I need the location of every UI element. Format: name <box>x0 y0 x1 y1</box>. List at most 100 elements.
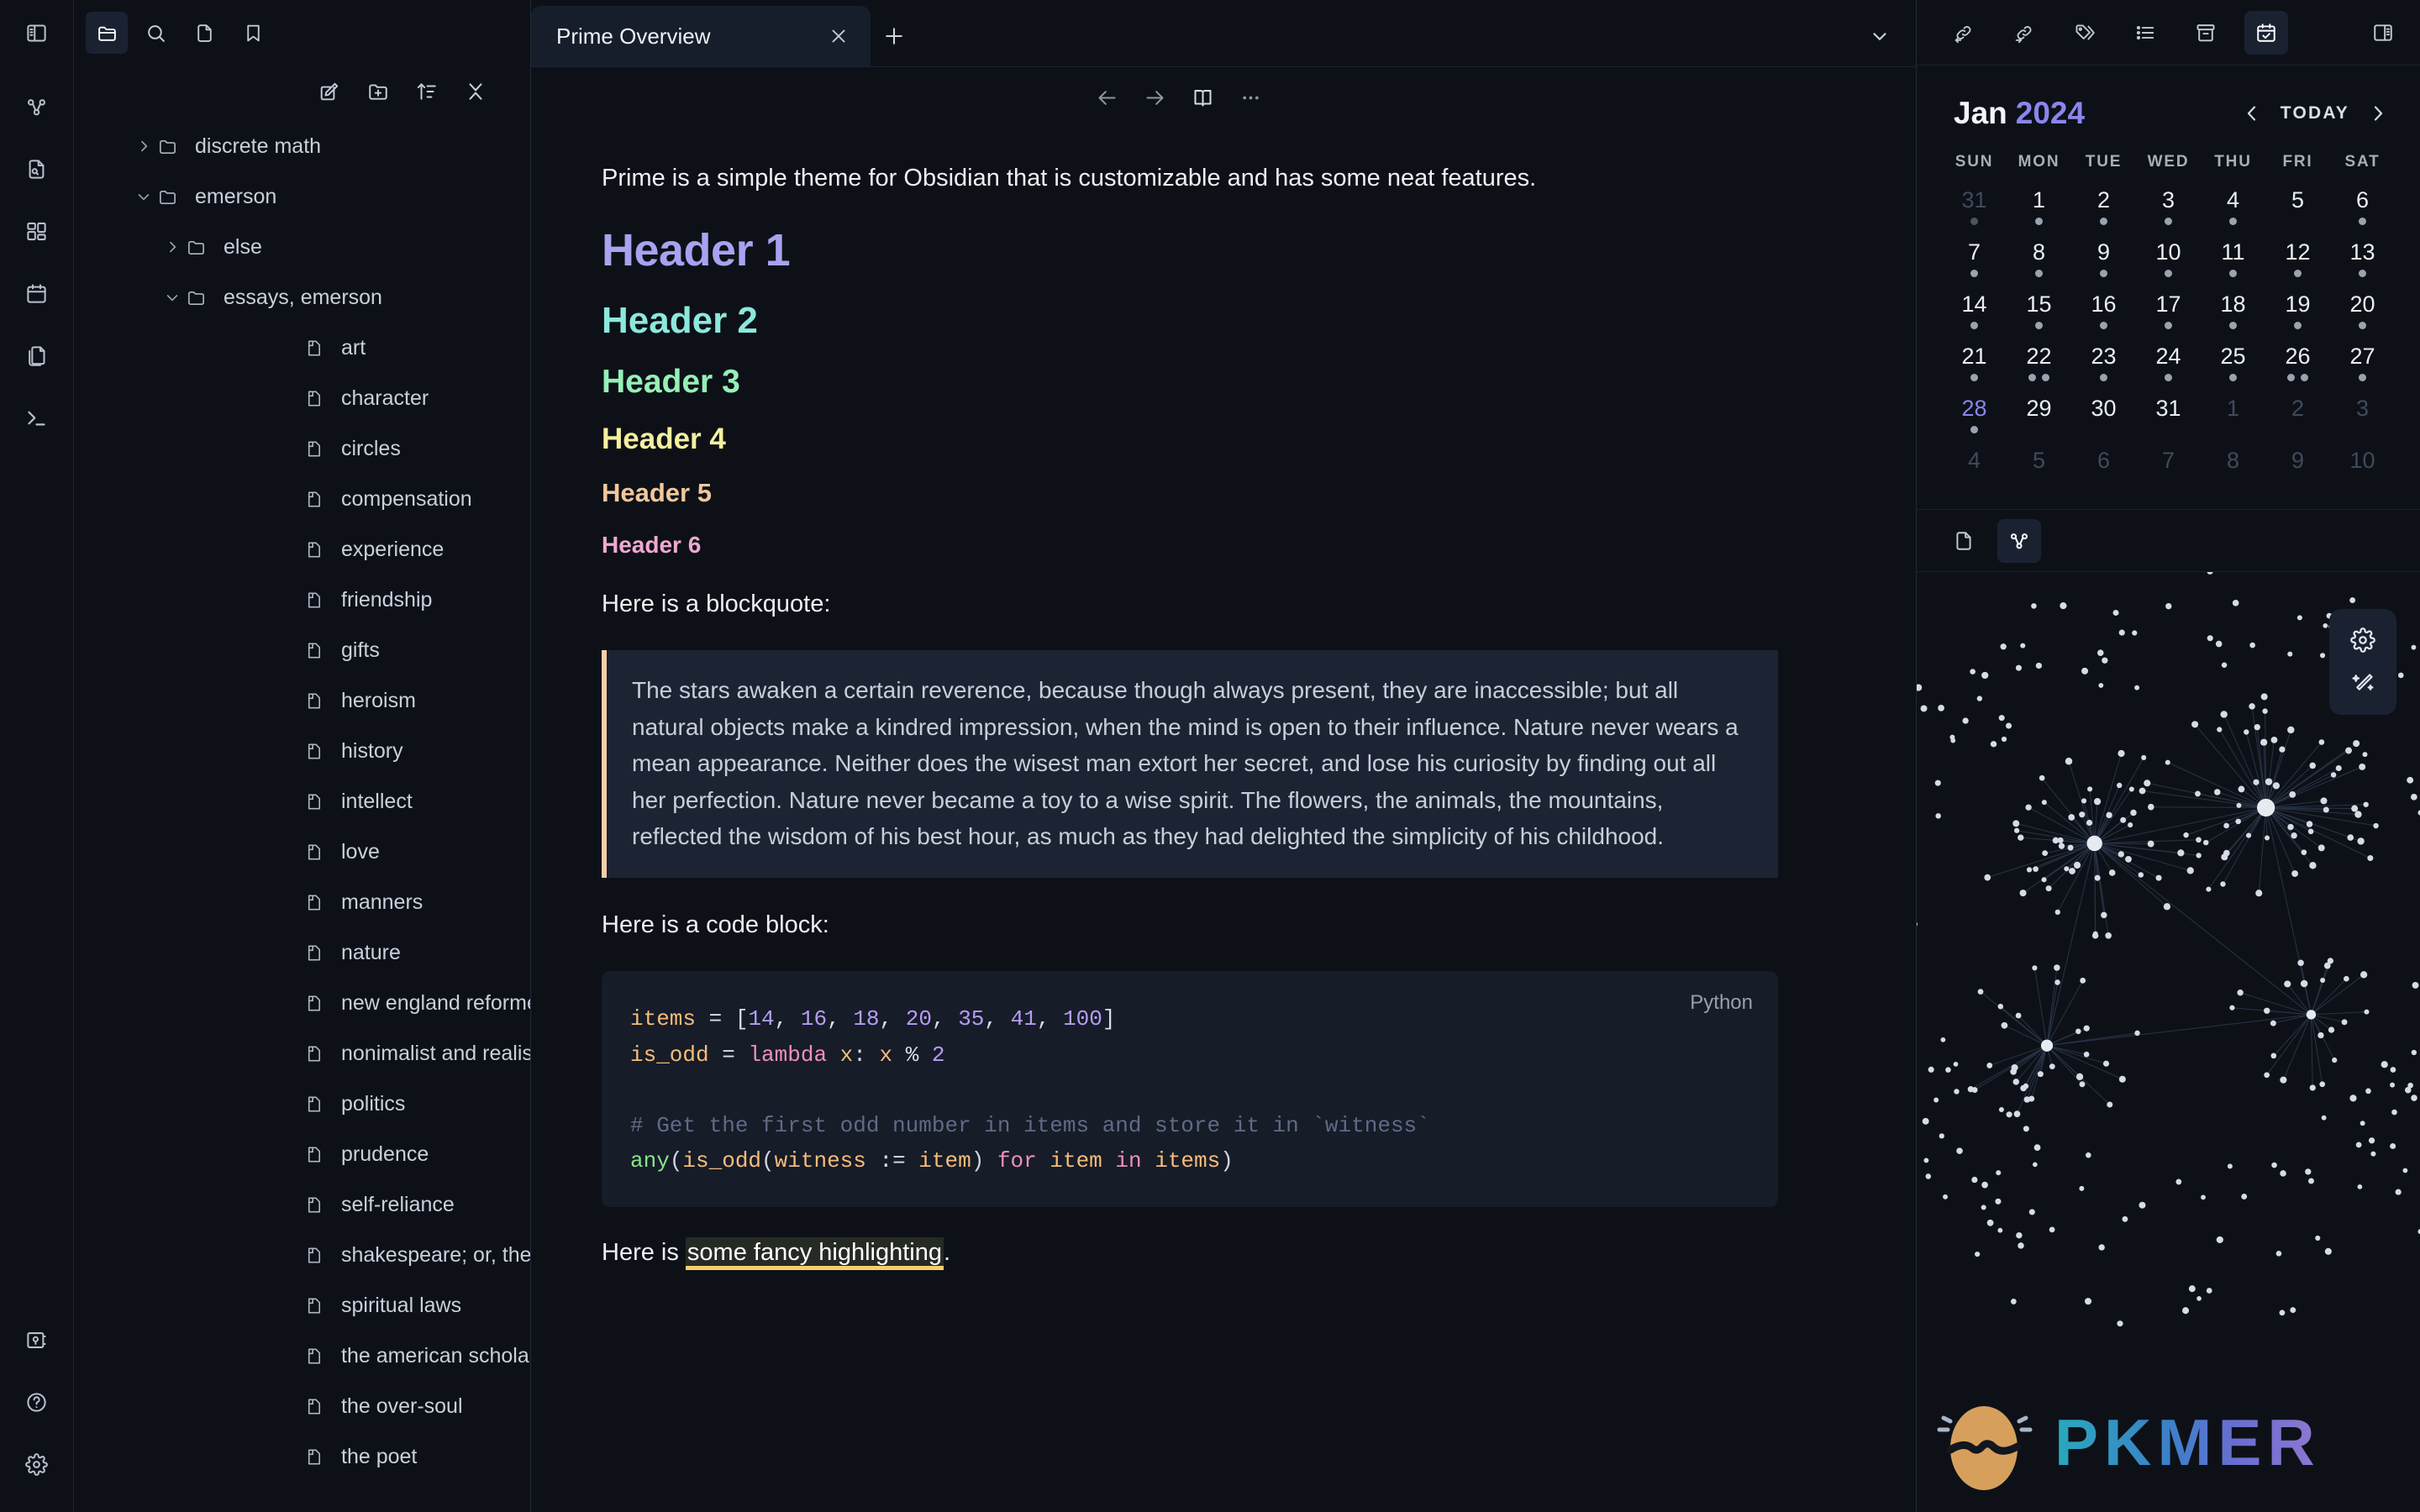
file-item[interactable]: gifts <box>74 625 530 675</box>
forward-icon[interactable] <box>1144 87 1166 109</box>
calendar-day[interactable]: 7 <box>1942 240 2007 292</box>
calendar-day-today[interactable]: 28 <box>1942 396 2007 449</box>
graph-icon[interactable] <box>1997 518 2041 563</box>
folder-item[interactable]: else <box>74 222 530 272</box>
file-item[interactable]: nature <box>74 927 530 978</box>
graph-view-icon[interactable] <box>14 84 60 129</box>
chevron-right-icon[interactable] <box>2368 103 2388 123</box>
calendar-day[interactable]: 20 <box>2330 292 2395 344</box>
folder-item[interactable]: essays, emerson <box>74 272 530 323</box>
calendar-day[interactable]: 5 <box>2265 188 2330 240</box>
bookmark-icon[interactable] <box>232 12 274 54</box>
chevron-down-icon[interactable] <box>158 289 187 306</box>
archive-icon[interactable] <box>2184 11 2228 55</box>
sidebar-right-icon[interactable] <box>2361 11 2405 55</box>
chevron-left-icon[interactable] <box>2242 103 2262 123</box>
calendar-day[interactable]: 29 <box>2007 396 2071 449</box>
calendar-day[interactable]: 8 <box>2007 240 2071 292</box>
terminal-icon[interactable] <box>14 395 60 440</box>
calendar-day[interactable]: 14 <box>1942 292 2007 344</box>
tags-icon[interactable] <box>2063 11 2107 55</box>
calendar-day[interactable]: 12 <box>2265 240 2330 292</box>
calendar-day[interactable]: 24 <box>2136 344 2201 396</box>
back-icon[interactable] <box>1096 87 1118 109</box>
file-item[interactable]: manners <box>74 877 530 927</box>
file-item[interactable]: love <box>74 827 530 877</box>
file-item[interactable]: art <box>74 323 530 373</box>
close-icon[interactable] <box>829 26 849 46</box>
calendar-day[interactable]: 30 <box>2071 396 2136 449</box>
file-item[interactable]: politics <box>74 1079 530 1129</box>
calendar-icon[interactable] <box>14 270 60 316</box>
file-item[interactable]: intellect <box>74 776 530 827</box>
calendar-day[interactable]: 7 <box>2136 449 2201 501</box>
file-item[interactable]: self-reliance <box>74 1179 530 1230</box>
calendar-day[interactable]: 6 <box>2071 449 2136 501</box>
calendar-day[interactable]: 3 <box>2330 396 2395 449</box>
today-button[interactable]: TODAY <box>2281 103 2349 123</box>
plus-icon[interactable] <box>871 6 918 66</box>
file-item[interactable]: experience <box>74 524 530 575</box>
more-options-icon[interactable] <box>1239 87 1262 109</box>
calendar-day[interactable]: 22 <box>2007 344 2071 396</box>
calendar-day[interactable]: 3 <box>2136 188 2201 240</box>
help-icon[interactable] <box>14 1379 60 1425</box>
outline-icon[interactable] <box>2123 11 2167 55</box>
calendar-day[interactable]: 18 <box>2201 292 2265 344</box>
dashboard-icon[interactable] <box>14 208 60 254</box>
calendar-day[interactable]: 13 <box>2330 240 2395 292</box>
file-item[interactable]: prudence <box>74 1129 530 1179</box>
chevron-down-icon[interactable] <box>1850 6 1909 66</box>
reading-view-icon[interactable] <box>1192 87 1214 109</box>
calendar-day[interactable]: 10 <box>2136 240 2201 292</box>
collapse-all-icon[interactable] <box>465 81 487 102</box>
sort-icon[interactable] <box>416 81 438 102</box>
file-item[interactable]: nonimalist and realist <box>74 1028 530 1079</box>
file-item[interactable]: character <box>74 373 530 423</box>
outgoing-links-icon[interactable] <box>2002 11 2046 55</box>
sidebar-left-icon[interactable] <box>14 10 60 55</box>
file-item[interactable]: compensation <box>74 474 530 524</box>
calendar-day[interactable]: 27 <box>2330 344 2395 396</box>
calendar-day[interactable]: 8 <box>2201 449 2265 501</box>
tab-prime-overview[interactable]: Prime Overview <box>531 6 871 66</box>
calendar-day[interactable]: 5 <box>2007 449 2071 501</box>
file-item[interactable]: new england reformers <box>74 978 530 1028</box>
calendar-check-icon[interactable] <box>2244 10 2288 55</box>
backlinks-icon[interactable] <box>1942 11 1986 55</box>
folder-item[interactable]: discrete math <box>74 121 530 171</box>
new-folder-icon[interactable] <box>367 81 389 102</box>
new-note-icon[interactable] <box>318 81 340 102</box>
calendar-day[interactable]: 23 <box>2071 344 2136 396</box>
calendar-day[interactable]: 16 <box>2071 292 2136 344</box>
calendar-day[interactable]: 9 <box>2071 240 2136 292</box>
document-scroll-area[interactable]: Prime is a simple theme for Obsidian tha… <box>531 128 1916 1512</box>
calendar-day[interactable]: 21 <box>1942 344 2007 396</box>
file-item[interactable]: history <box>74 726 530 776</box>
vault-icon[interactable] <box>14 1317 60 1362</box>
file-item[interactable]: the poet <box>74 1431 530 1482</box>
files-icon[interactable] <box>86 12 128 54</box>
calendar-day[interactable]: 15 <box>2007 292 2071 344</box>
file-item[interactable]: spiritual laws <box>74 1280 530 1331</box>
search-file-icon[interactable] <box>14 146 60 192</box>
chevron-right-icon[interactable] <box>129 138 158 155</box>
chevron-down-icon[interactable] <box>129 188 158 205</box>
file-icon[interactable] <box>183 12 225 54</box>
calendar-day[interactable]: 2 <box>2265 396 2330 449</box>
calendar-day[interactable]: 31 <box>1942 188 2007 240</box>
calendar-day[interactable]: 9 <box>2265 449 2330 501</box>
magic-wand-icon[interactable] <box>2350 671 2375 696</box>
file-item[interactable]: shakespeare; or, the poet <box>74 1230 530 1280</box>
file-item[interactable]: the over-soul <box>74 1381 530 1431</box>
calendar-day[interactable]: 2 <box>2071 188 2136 240</box>
gear-icon[interactable] <box>2350 627 2375 653</box>
file-item[interactable]: friendship <box>74 575 530 625</box>
calendar-day[interactable]: 4 <box>1942 449 2007 501</box>
calendar-day[interactable]: 1 <box>2201 396 2265 449</box>
graph-canvas[interactable]: PKMER <box>1917 572 2420 1512</box>
search-icon[interactable] <box>134 12 176 54</box>
calendar-day[interactable]: 11 <box>2201 240 2265 292</box>
calendar-day[interactable]: 10 <box>2330 449 2395 501</box>
calendar-day[interactable]: 6 <box>2330 188 2395 240</box>
